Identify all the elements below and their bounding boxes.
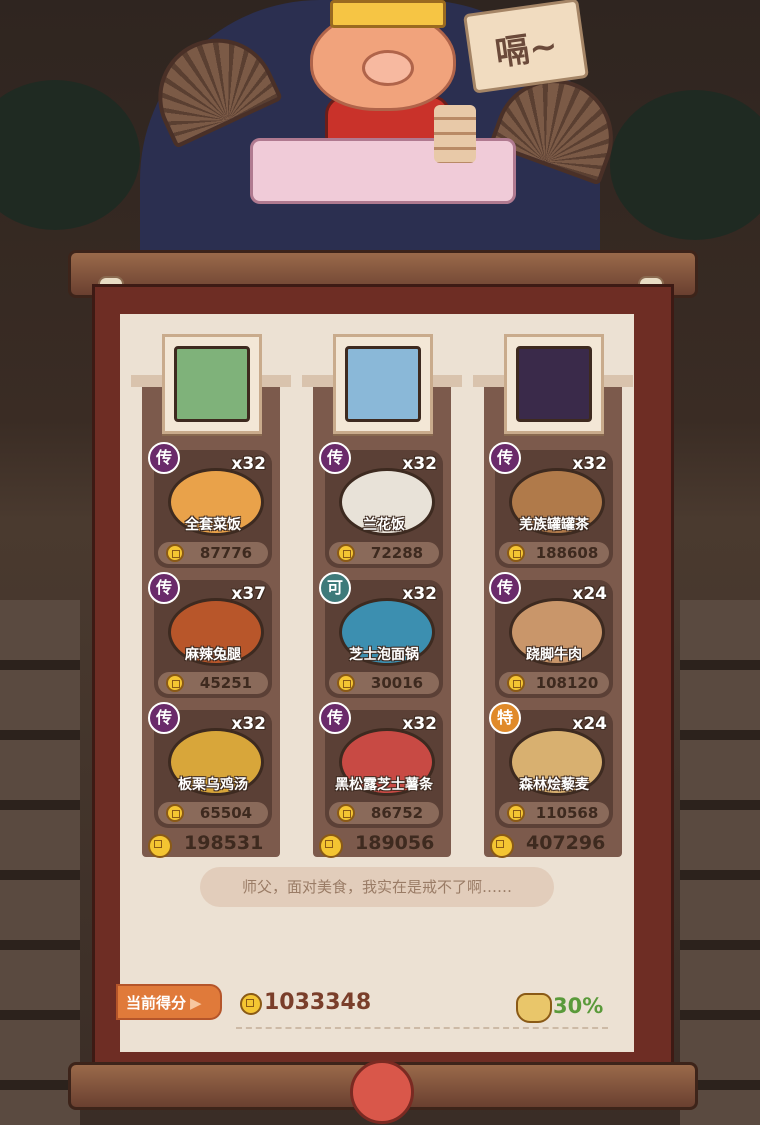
rarity-badge: 传 [319,442,351,474]
dish-name: 羌族罐罐茶 [519,517,589,533]
burp-sign: 嗝~ [462,0,590,94]
coin-icon [166,804,184,822]
coin-icon [166,674,184,692]
coin-icon [507,544,525,562]
dish-score: 65504 [199,804,253,822]
crown-icon [330,0,446,28]
rarity-badge: 传 [489,442,521,474]
column-total-value: 407296 [526,832,606,854]
dish-quantity: x32 [572,454,607,474]
dish-name: 麻辣兔腿 [185,647,241,663]
dish-score: 110568 [535,804,599,822]
chinese-knot-icon [350,1060,414,1124]
avatar [516,346,592,422]
avatar [345,346,421,422]
dish-quantity: x32 [231,454,266,474]
total-score: 1033348 [264,990,372,1015]
column-total: 407296 [484,830,622,858]
stacked-bowls-icon [434,105,476,163]
dish-quantity: x24 [572,714,607,734]
dish-score: 72288 [370,544,424,562]
dish-score: 87776 [199,544,253,562]
dish-score: 45251 [199,674,253,692]
dish-quantity: x24 [572,584,607,604]
shoji-panel-left [0,600,80,1125]
column-total-value: 198531 [184,832,264,854]
coin-icon [319,834,343,858]
dish-score-bar: 108120 [499,672,609,694]
dish-score: 86752 [370,804,424,822]
rarity-badge: 传 [148,442,180,474]
dish-score-bar: 65504 [158,802,268,824]
rarity-badge: 传 [489,572,521,604]
coin-icon [337,674,355,692]
dish-score: 188608 [535,544,599,562]
portrait-frame[interactable] [504,334,604,434]
dish-name: 芝士泡面锅 [349,647,419,663]
column-total-value: 189056 [355,832,435,854]
dish-score-bar: 72288 [329,542,439,564]
dish-quantity: x32 [402,454,437,474]
coin-icon [148,834,172,858]
pink-table [250,138,516,204]
coin-icon [507,804,525,822]
dish-quantity: x37 [231,584,266,604]
rarity-badge: 传 [319,702,351,734]
coin-icon [166,544,184,562]
disciple-quote: 师父，面对美食，我实在是戒不了啊…… [200,867,554,907]
coin-icon [240,993,262,1015]
coin-icon [490,834,514,858]
column-total: 189056 [313,830,451,858]
dish-score-bar: 87776 [158,542,268,564]
dish-quantity: x32 [402,584,437,604]
pig-snout [362,50,414,86]
current-score-label: 当前得分 [126,994,187,1012]
dish-name: 森林烩藜麦 [519,777,589,793]
coin-icon [337,544,355,562]
dish-score: 108120 [535,674,599,692]
column-total: 198531 [142,830,280,858]
rarity-badge: 可 [319,572,351,604]
current-score-tab[interactable]: 当前得分 ▶ [116,984,222,1020]
dish-name: 板栗乌鸡汤 [178,777,248,793]
dish-name: 跷脚牛肉 [526,647,582,663]
dish-score: 30016 [370,674,424,692]
dish-score-bar: 188608 [499,542,609,564]
rarity-badge: 特 [489,702,521,734]
dish-score-bar: 86752 [329,802,439,824]
rarity-badge: 传 [148,572,180,604]
coin-icon [507,674,525,692]
dish-quantity: x32 [402,714,437,734]
dish-score-bar: 30016 [329,672,439,694]
dish-quantity: x32 [231,714,266,734]
rarity-badge: 传 [148,702,180,734]
dish-name: 兰花饭 [363,517,405,533]
bonus-percent: 30% [553,994,604,1018]
dish-score-bar: 45251 [158,672,268,694]
dashed-divider [236,1027,608,1029]
portrait-frame[interactable] [162,334,262,434]
play-arrow-icon: ▶ [190,994,202,1012]
dish-name: 黑松露芝士薯条 [335,777,433,793]
dish-score-bar: 110568 [499,802,609,824]
treasure-bowl-icon [516,993,552,1023]
shoji-panel-right [680,600,760,1125]
portrait-frame[interactable] [333,334,433,434]
avatar [174,346,250,422]
coin-icon [337,804,355,822]
dish-name: 全套菜饭 [185,517,241,533]
